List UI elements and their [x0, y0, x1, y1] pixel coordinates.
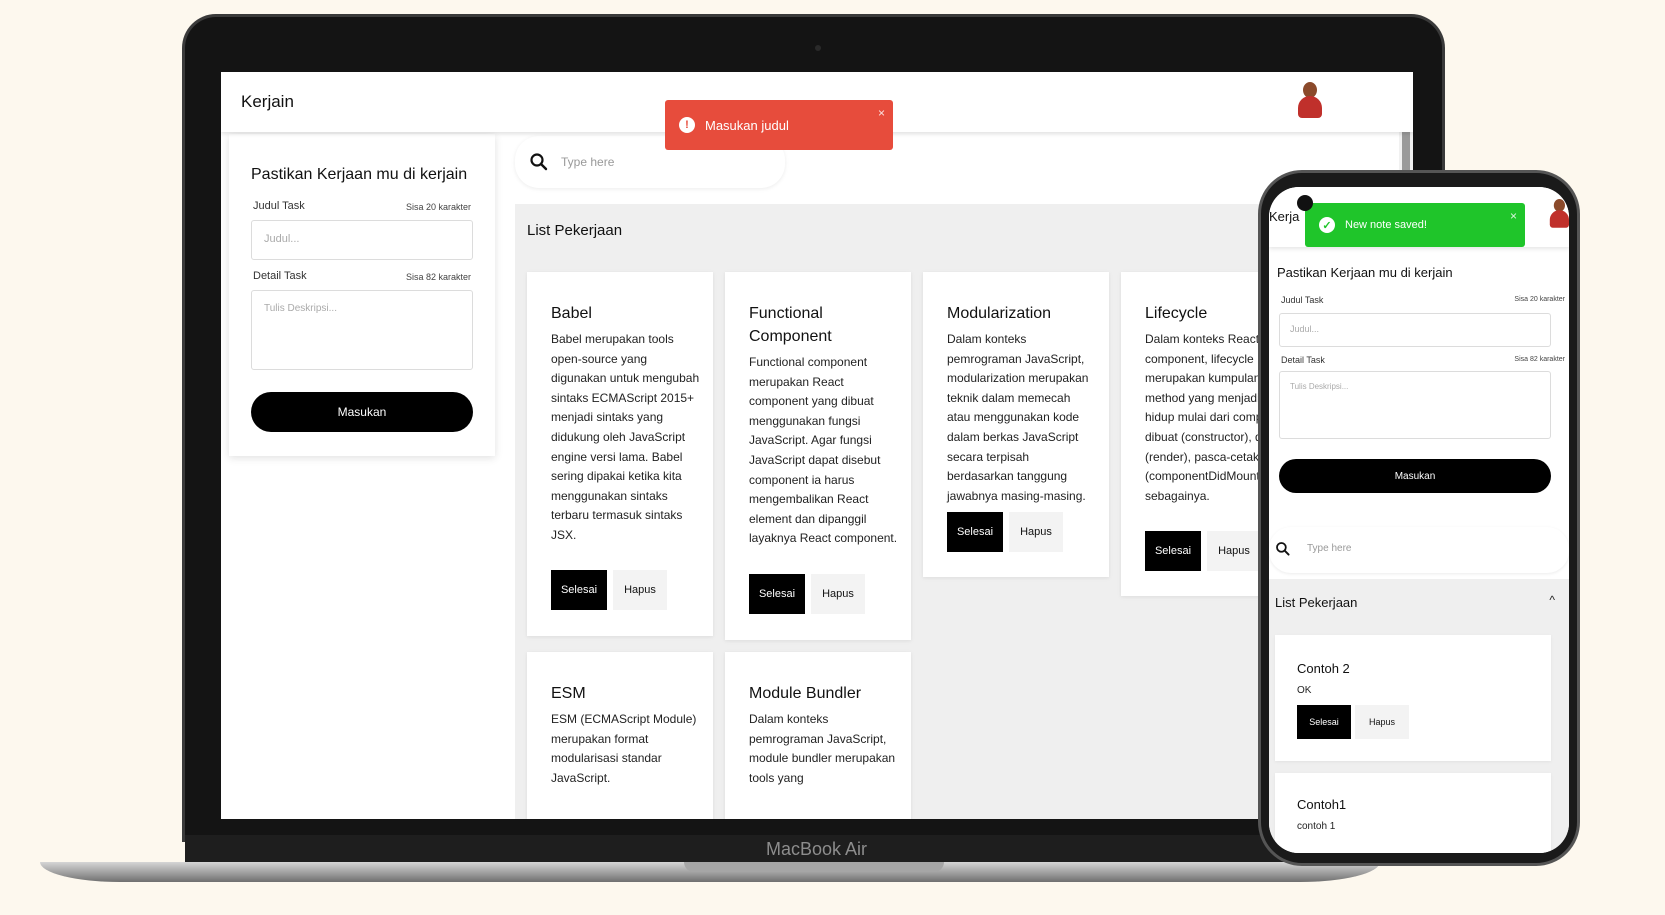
task-title: Functional Component	[749, 305, 832, 345]
delete-button[interactable]: Hapus	[613, 570, 667, 610]
avatar[interactable]	[1297, 82, 1323, 118]
laptop-screen: Kerjain ! Masukan judul × Pastikan Kerja…	[221, 72, 1413, 819]
search-input[interactable]: Type here	[561, 155, 614, 169]
done-button[interactable]: Selesai	[749, 574, 805, 614]
laptop-brand-label: MacBook Air	[765, 839, 868, 859]
laptop-notch	[684, 862, 944, 872]
task-title: Modularization	[947, 305, 1052, 322]
avatar-body	[1549, 210, 1569, 228]
laptop-frame: Kerjain ! Masukan judul × Pastikan Kerja…	[182, 14, 1448, 865]
check-circle-icon: ✓	[1319, 217, 1335, 233]
submit-button[interactable]: Masukan	[251, 392, 473, 432]
task-title: Module Bundler	[749, 685, 862, 702]
phone-app-brand[interactable]: Kerja	[1269, 209, 1299, 224]
task-title: Contoh1	[1297, 797, 1347, 812]
task-title: Babel	[551, 305, 592, 322]
task-description: Dalam konteks pemrograman JavaScript, mo…	[749, 712, 896, 785]
task-form: Pastikan Kerjaan mu di kerjain Judul Tas…	[229, 134, 495, 456]
chevron-up-icon[interactable]: ^	[1549, 593, 1555, 607]
phone-submit-button[interactable]: Masukan	[1279, 459, 1551, 493]
phone-list-title: List Pekerjaan	[1275, 595, 1358, 610]
phone-screen: Kerja ✓ New note saved! × Pastikan Kerja…	[1269, 187, 1569, 853]
detail-textarea[interactable]: Tulis Deskripsi...	[251, 290, 473, 370]
task-card: Contoh 2 OK Selesai Hapus	[1275, 635, 1551, 761]
success-toast-message: New note saved!	[1345, 219, 1427, 231]
search-icon	[530, 153, 548, 171]
phone-title-char-count: Sisa 20 karakter	[1514, 296, 1565, 303]
success-toast[interactable]: ✓ New note saved! ×	[1305, 203, 1525, 247]
task-card: Module Bundler Dalam konteks pemrograman…	[725, 652, 911, 819]
task-description: Babel merupakan tools open-source yang d…	[551, 332, 700, 542]
form-title: Pastikan Kerjaan mu di kerjain	[251, 166, 468, 183]
task-description: Functional component merupakan React com…	[749, 355, 898, 546]
title-char-count: Sisa 20 karakter	[405, 202, 471, 212]
list-title: List Pekerjaan	[527, 222, 623, 239]
title-input[interactable]: Judul...	[251, 220, 473, 260]
alert-icon: !	[679, 117, 695, 133]
laptop-camera	[815, 45, 821, 51]
done-button[interactable]: Selesai	[1145, 531, 1201, 571]
close-icon[interactable]: ×	[878, 106, 885, 120]
title-label: Judul Task	[253, 200, 305, 212]
delete-button[interactable]: Hapus	[1355, 705, 1409, 739]
phone-detail-label: Detail Task	[1281, 355, 1325, 365]
error-toast[interactable]: ! Masukan judul ×	[665, 100, 893, 150]
task-card: Contoh1 contoh 1	[1275, 773, 1551, 853]
search-icon	[1276, 542, 1290, 556]
phone-form-title: Pastikan Kerjaan mu di kerjain	[1277, 265, 1453, 280]
avatar-body	[1298, 96, 1322, 118]
task-card: ESM ESM (ECMAScript Module) merupakan fo…	[527, 652, 713, 819]
delete-button[interactable]: Hapus	[1207, 531, 1261, 571]
app-brand[interactable]: Kerjain	[241, 92, 294, 112]
task-card: Modularization Dalam konteks pemrograman…	[923, 272, 1109, 577]
task-description: OK	[1297, 685, 1312, 696]
phone-detail-textarea[interactable]: Tulis Deskripsi...	[1279, 371, 1551, 439]
detail-label: Detail Task	[253, 270, 307, 282]
task-card: Babel Babel merupakan tools open-source …	[527, 272, 713, 636]
phone-frame: Kerja ✓ New note saved! × Pastikan Kerja…	[1258, 170, 1580, 866]
phone-task-list: List Pekerjaan ^ Contoh 2 OK Selesai Hap…	[1269, 579, 1569, 853]
task-description: contoh 1	[1297, 821, 1336, 832]
phone-title-input[interactable]: Judul...	[1279, 313, 1551, 347]
phone-camera	[1297, 195, 1313, 211]
task-description: Dalam konteks pemrograman JavaScript, mo…	[947, 332, 1089, 503]
task-card: Functional Component Functional componen…	[725, 272, 911, 640]
delete-button[interactable]: Hapus	[1009, 512, 1063, 552]
close-icon[interactable]: ×	[1510, 209, 1517, 223]
phone-search-input[interactable]: Type here	[1307, 543, 1351, 554]
task-title: ESM	[551, 685, 586, 702]
error-toast-message: Masukan judul	[705, 117, 789, 133]
task-description: ESM (ECMAScript Module) merupakan format…	[551, 712, 697, 785]
phone-detail-char-count: Sisa 82 karakter	[1514, 356, 1565, 363]
done-button[interactable]: Selesai	[1297, 705, 1351, 739]
phone-title-label: Judul Task	[1281, 295, 1324, 305]
task-title: Contoh 2	[1297, 661, 1350, 676]
done-button[interactable]: Selesai	[551, 570, 607, 610]
detail-char-count: Sisa 82 karakter	[405, 272, 471, 282]
phone-search-bar[interactable]: Type here	[1269, 527, 1569, 573]
done-button[interactable]: Selesai	[947, 512, 1003, 552]
laptop-bezel: MacBook Air	[185, 835, 1448, 865]
delete-button[interactable]: Hapus	[811, 574, 865, 614]
phone-avatar[interactable]	[1549, 199, 1569, 228]
